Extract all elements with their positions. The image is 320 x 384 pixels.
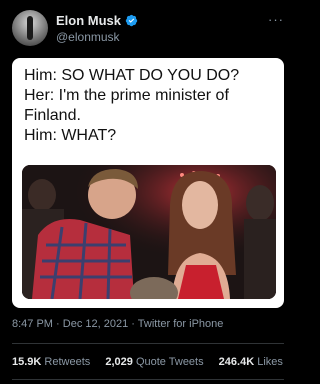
tweet-source[interactable]: Twitter for iPhone bbox=[138, 318, 224, 330]
meme-caption: Him: SO WHAT DO YOU DO? Her: I'm the pri… bbox=[24, 66, 276, 146]
tweet-stats: 15.9K Retweets 2,029 Quote Tweets 246.4K… bbox=[12, 356, 295, 368]
party-photo-illustration bbox=[22, 165, 276, 299]
retweets-count: 15.9K bbox=[12, 356, 42, 368]
tweet-date[interactable]: Dec 12, 2021 bbox=[63, 318, 128, 330]
author-name-row: Elon Musk bbox=[56, 13, 138, 28]
more-options-icon[interactable]: ··· bbox=[268, 12, 284, 27]
avatar[interactable] bbox=[12, 10, 48, 46]
meme-image[interactable]: Him: SO WHAT DO YOU DO? Her: I'm the pri… bbox=[12, 58, 284, 308]
meme-line: Her: I'm the prime minister of bbox=[24, 87, 229, 104]
author-name[interactable]: Elon Musk bbox=[56, 13, 121, 28]
tweet-header: Elon Musk @elonmusk ··· bbox=[12, 10, 284, 46]
tweet-time[interactable]: 8:47 PM bbox=[12, 318, 53, 330]
meme-line: Finland. bbox=[24, 107, 81, 124]
author-handle[interactable]: @elonmusk bbox=[56, 30, 120, 44]
tweet-meta: 8:47 PM · Dec 12, 2021 · Twitter for iPh… bbox=[12, 318, 223, 330]
meta-separator: · bbox=[131, 318, 135, 330]
meme-photo bbox=[22, 165, 276, 299]
likes-count: 246.4K bbox=[218, 356, 255, 368]
meme-line: Him: SO WHAT DO YOU DO? bbox=[24, 67, 240, 84]
meme-line: Him: WHAT? bbox=[24, 127, 117, 144]
divider bbox=[12, 343, 284, 344]
quote-tweets-stat[interactable]: 2,029 Quote Tweets bbox=[105, 356, 203, 368]
retweets-label: Retweets bbox=[44, 356, 91, 368]
likes-label: Likes bbox=[257, 356, 283, 368]
verified-badge-icon bbox=[125, 14, 138, 27]
quote-tweets-count: 2,029 bbox=[105, 356, 133, 368]
quote-tweets-label: Quote Tweets bbox=[135, 356, 204, 368]
likes-stat[interactable]: 246.4K Likes bbox=[219, 356, 283, 368]
meta-separator: · bbox=[56, 318, 60, 330]
divider bbox=[12, 379, 284, 380]
retweets-stat[interactable]: 15.9K Retweets bbox=[12, 356, 90, 368]
